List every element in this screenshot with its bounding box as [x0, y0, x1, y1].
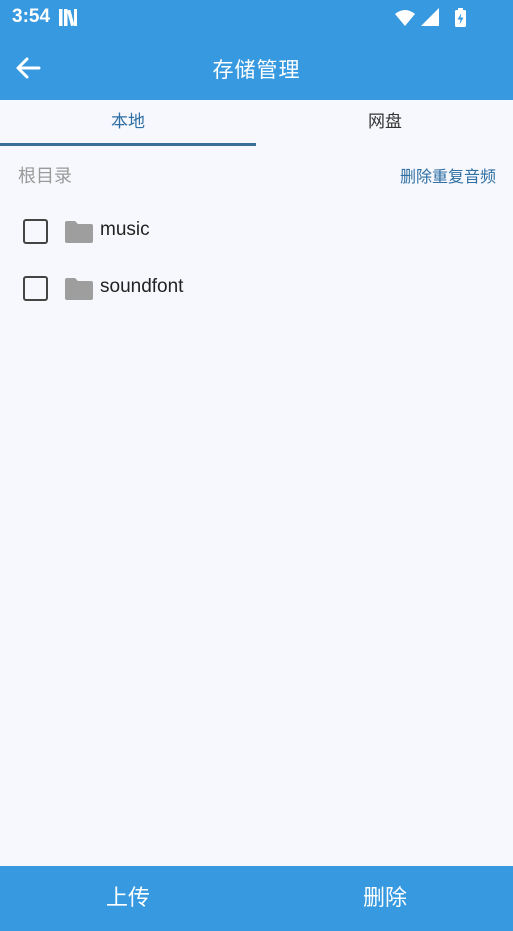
status-indicators	[395, 8, 466, 27]
file-name: music	[100, 219, 150, 240]
wifi-icon	[395, 10, 415, 26]
folder-icon	[65, 221, 93, 243]
checkbox[interactable]	[23, 219, 48, 244]
tab-local[interactable]: 本地	[0, 100, 256, 146]
breadcrumb: 根目录	[18, 166, 72, 187]
tab-bar: 本地 网盘	[0, 100, 513, 146]
path-row: 根目录 删除重复音频	[0, 158, 513, 192]
delete-duplicate-audio-button[interactable]: 删除重复音频	[400, 163, 496, 187]
folder-icon	[65, 278, 93, 300]
list-item[interactable]: soundfont	[0, 259, 513, 316]
checkbox[interactable]	[23, 276, 48, 301]
file-name: soundfont	[100, 276, 184, 297]
app-bar: 存储管理	[0, 36, 513, 100]
upload-button[interactable]: 上传	[0, 866, 256, 931]
battery-charging-icon	[455, 8, 466, 27]
page-title: 存储管理	[212, 58, 301, 82]
tab-cloud[interactable]: 网盘	[257, 100, 513, 146]
file-list: music soundfont	[0, 202, 513, 316]
delete-button[interactable]: 删除	[257, 866, 513, 931]
library-icon	[59, 9, 77, 27]
storage-management-screen: 3:54 存储管理 本地 网盘 根目录 删除重复音频 music soundfo…	[0, 0, 513, 931]
status-bar: 3:54	[0, 0, 513, 36]
signal-icon	[421, 8, 439, 26]
tab-indicator	[0, 143, 256, 146]
bottom-action-bar: 上传 删除	[0, 866, 513, 931]
list-item[interactable]: music	[0, 202, 513, 259]
status-time: 3:54	[12, 6, 51, 27]
